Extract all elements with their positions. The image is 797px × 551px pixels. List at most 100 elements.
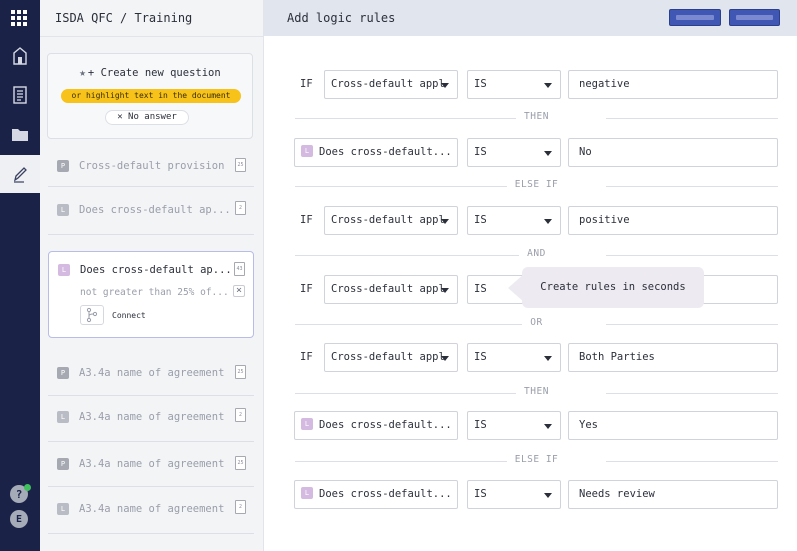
- connect-button[interactable]: Connect: [112, 311, 146, 320]
- rule-connector-label: AND: [519, 248, 554, 259]
- rule-separator: ELSE IF: [295, 179, 778, 193]
- apps-grid-icon[interactable]: [10, 9, 28, 27]
- target-question-select[interactable]: L Does cross-default...: [294, 480, 458, 509]
- question-panel: ISDA QFC / Training ★ + Create new questi…: [40, 0, 264, 551]
- question-type-badge: L: [301, 145, 313, 157]
- chevron-down-icon: [544, 83, 552, 88]
- rule-separator: ELSE IF: [295, 454, 778, 468]
- chevron-down-icon: [544, 151, 552, 156]
- condition-question-select[interactable]: Cross-default appl: [324, 343, 458, 372]
- operator-label: IS: [474, 351, 487, 363]
- save-button[interactable]: [729, 9, 780, 26]
- selected-question-label: Does cross-default...: [319, 488, 452, 500]
- document-page-icon: 25: [235, 456, 246, 470]
- create-question-button[interactable]: ★ + Create new question: [48, 66, 252, 79]
- value-input[interactable]: positive: [568, 206, 778, 235]
- question-label: A3.4a name of agreement: [79, 367, 225, 379]
- question-type-badge: P: [57, 367, 69, 379]
- rule-connector-label: THEN: [516, 386, 557, 397]
- value-input[interactable]: Yes: [568, 411, 778, 440]
- nav-folders[interactable]: [0, 115, 40, 153]
- folder-icon: [12, 128, 28, 141]
- operator-label: IS: [474, 283, 487, 295]
- rule-separator: THEN: [295, 111, 778, 125]
- question-item-active[interactable]: L Does cross-default ap... 43 not greate…: [48, 251, 254, 338]
- home-icon: [13, 47, 27, 65]
- star-icon: ★: [79, 66, 86, 79]
- operator-label: IS: [474, 419, 487, 431]
- chevron-down-icon: [441, 356, 449, 361]
- value-input[interactable]: negative: [568, 70, 778, 99]
- operator-label: IS: [474, 214, 487, 226]
- connect-icon[interactable]: [80, 305, 104, 325]
- question-label: Does cross-default ap...: [80, 264, 232, 276]
- page-title: Add logic rules: [287, 11, 396, 25]
- document-page-icon: 25: [235, 365, 246, 379]
- selected-question-label: Cross-default appl: [331, 78, 445, 90]
- target-question-select[interactable]: L Does cross-default...: [294, 138, 458, 167]
- selected-question-label: Cross-default appl: [331, 351, 445, 363]
- create-question-box: ★ + Create new question or highlight text…: [47, 53, 253, 139]
- question-type-badge: L: [58, 264, 70, 276]
- value-input[interactable]: Needs review: [568, 480, 778, 509]
- condition-question-select[interactable]: Cross-default appl: [324, 275, 458, 304]
- operator-select[interactable]: IS: [467, 70, 561, 99]
- rule-separator: AND: [295, 248, 778, 262]
- operator-select[interactable]: IS: [467, 343, 561, 372]
- target-question-select[interactable]: L Does cross-default...: [294, 411, 458, 440]
- close-icon: ✕: [117, 112, 129, 122]
- no-answer-label: No answer: [128, 112, 177, 122]
- breadcrumb: ISDA QFC / Training: [55, 11, 193, 25]
- question-label: Does cross-default ap...: [79, 204, 231, 216]
- question-item[interactable]: P A3.4a name of agreement 25: [48, 353, 254, 396]
- question-type-badge: L: [301, 418, 313, 430]
- document-page-icon: 2: [235, 500, 246, 514]
- value-input[interactable]: No: [568, 138, 778, 167]
- tooltip: Create rules in seconds: [522, 267, 704, 308]
- nav-home[interactable]: [0, 37, 40, 75]
- nav-documents[interactable]: [0, 76, 40, 114]
- question-label: A3.4a name of agreement: [79, 503, 225, 515]
- cancel-button[interactable]: [669, 9, 721, 26]
- no-answer-button[interactable]: ✕ No answer: [105, 110, 189, 125]
- question-item[interactable]: L A3.4a name of agreement 2: [48, 488, 254, 534]
- operator-select[interactable]: IS: [467, 411, 561, 440]
- question-type-badge: P: [57, 160, 69, 172]
- document-page-icon: 43: [234, 262, 245, 276]
- if-keyword: IF: [300, 283, 313, 295]
- operator-label: IS: [474, 146, 487, 158]
- chevron-down-icon: [441, 83, 449, 88]
- rule-connector-label: ELSE IF: [506, 454, 567, 465]
- question-item[interactable]: P Cross-default provision 25: [48, 147, 254, 187]
- question-type-badge: L: [57, 411, 69, 423]
- question-item[interactable]: L A3.4a name of agreement 2: [48, 397, 254, 442]
- document-page-icon: 2: [235, 408, 246, 422]
- chevron-down-icon: [544, 219, 552, 224]
- nav-training[interactable]: [0, 155, 40, 193]
- online-status-dot: [24, 484, 31, 491]
- edit-icon: [13, 167, 27, 183]
- rule-connector-label: OR: [522, 317, 551, 328]
- value-input[interactable]: Both Parties: [568, 343, 778, 372]
- operator-select[interactable]: IS: [467, 206, 561, 235]
- divider: [40, 36, 264, 37]
- operator-select[interactable]: IS: [467, 138, 561, 167]
- if-keyword: IF: [300, 78, 313, 90]
- create-question-label: + Create new question: [87, 67, 221, 79]
- condition-question-select[interactable]: Cross-default appl: [324, 206, 458, 235]
- condition-question-select[interactable]: Cross-default appl: [324, 70, 458, 99]
- document-page-icon: 25: [235, 158, 246, 172]
- question-item[interactable]: L Does cross-default ap... 2: [48, 191, 254, 235]
- if-keyword: IF: [300, 214, 313, 226]
- question-item[interactable]: P A3.4a name of agreement 25: [48, 443, 254, 487]
- avatar[interactable]: E: [10, 510, 28, 528]
- question-type-badge: P: [57, 458, 69, 470]
- rule-separator: THEN: [295, 386, 778, 400]
- operator-select[interactable]: IS: [467, 480, 561, 509]
- chevron-down-icon: [544, 493, 552, 498]
- operator-label: IS: [474, 78, 487, 90]
- if-keyword: IF: [300, 351, 313, 363]
- close-icon[interactable]: ×: [233, 285, 245, 297]
- highlight-hint-badge: or highlight text in the document: [61, 89, 241, 103]
- chevron-down-icon: [441, 219, 449, 224]
